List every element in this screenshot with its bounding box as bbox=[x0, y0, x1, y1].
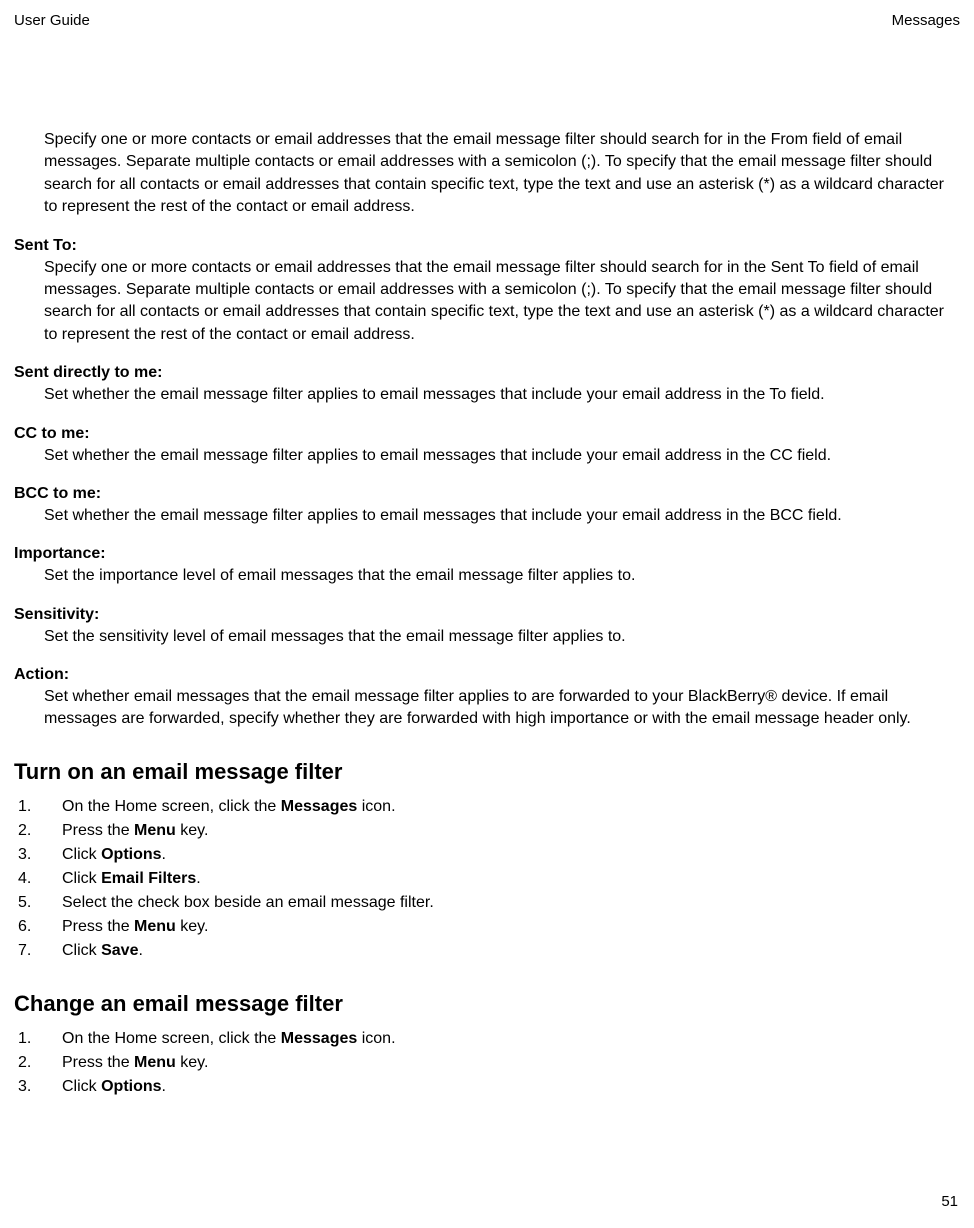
step-text-post: . bbox=[162, 846, 166, 863]
step-text-pre: Click bbox=[62, 870, 101, 887]
step-item: Press the Menu key. bbox=[14, 915, 960, 939]
step-text-bold: Save bbox=[101, 942, 138, 959]
term-description: Set whether the email message filter app… bbox=[44, 445, 960, 467]
step-text-pre: Click bbox=[62, 942, 101, 959]
term-description: Set the importance level of email messag… bbox=[44, 565, 960, 587]
term-description: Set the sensitivity level of email messa… bbox=[44, 626, 960, 648]
step-text-bold: Menu bbox=[134, 918, 176, 935]
term-label: Action: bbox=[14, 666, 960, 684]
page-header: User Guide Messages bbox=[14, 12, 960, 29]
term-label: Sent To: bbox=[14, 237, 960, 255]
term-block: Sent directly to me: Set whether the emai… bbox=[14, 364, 960, 406]
step-text-bold: Messages bbox=[281, 1030, 358, 1047]
page-number: 51 bbox=[941, 1193, 958, 1210]
term-block: Sent To: Specify one or more contacts or … bbox=[14, 237, 960, 347]
intro-paragraph: Specify one or more contacts or email ad… bbox=[44, 129, 960, 219]
term-label: Sensitivity: bbox=[14, 606, 960, 624]
step-text-pre: Press the bbox=[62, 1054, 134, 1071]
step-item: On the Home screen, click the Messages i… bbox=[14, 795, 960, 819]
step-item: Press the Menu key. bbox=[14, 819, 960, 843]
step-text-bold: Menu bbox=[134, 822, 176, 839]
step-text-post: . bbox=[196, 870, 200, 887]
step-text-post: key. bbox=[176, 1054, 209, 1071]
term-description: Set whether email messages that the emai… bbox=[44, 686, 960, 731]
step-text-post: . bbox=[162, 1078, 166, 1095]
step-text-pre: Click bbox=[62, 1078, 101, 1095]
step-text-post: . bbox=[138, 942, 142, 959]
steps-list-change: On the Home screen, click the Messages i… bbox=[14, 1027, 960, 1099]
step-text-bold: Options bbox=[101, 846, 161, 863]
step-text-bold: Email Filters bbox=[101, 870, 196, 887]
term-label: BCC to me: bbox=[14, 485, 960, 503]
term-block: Importance: Set the importance level of e… bbox=[14, 545, 960, 587]
term-label: Sent directly to me: bbox=[14, 364, 960, 382]
term-description: Set whether the email message filter app… bbox=[44, 505, 960, 527]
step-text-pre: On the Home screen, click the bbox=[62, 1030, 281, 1047]
step-item: Click Email Filters. bbox=[14, 867, 960, 891]
term-block: Sensitivity: Set the sensitivity level of… bbox=[14, 606, 960, 648]
step-text-bold: Messages bbox=[281, 798, 358, 815]
section-heading-turn-on: Turn on an email message filter bbox=[14, 759, 960, 785]
step-item: On the Home screen, click the Messages i… bbox=[14, 1027, 960, 1051]
step-item: Click Save. bbox=[14, 939, 960, 963]
step-item: Press the Menu key. bbox=[14, 1051, 960, 1075]
term-description: Specify one or more contacts or email ad… bbox=[44, 257, 960, 347]
step-text-pre: On the Home screen, click the bbox=[62, 798, 281, 815]
steps-list-turn-on: On the Home screen, click the Messages i… bbox=[14, 795, 960, 963]
definition-list: Sent To: Specify one or more contacts or … bbox=[14, 237, 960, 731]
step-text-post: icon. bbox=[357, 1030, 395, 1047]
term-block: CC to me: Set whether the email message f… bbox=[14, 425, 960, 467]
step-text-pre: Press the bbox=[62, 822, 134, 839]
section-heading-change: Change an email message filter bbox=[14, 991, 960, 1017]
page-content: Specify one or more contacts or email ad… bbox=[14, 129, 960, 1099]
step-item: Click Options. bbox=[14, 843, 960, 867]
header-left: User Guide bbox=[14, 12, 90, 29]
step-text-pre: Click bbox=[62, 846, 101, 863]
step-text-bold: Options bbox=[101, 1078, 161, 1095]
step-text-pre: Select the check box beside an email mes… bbox=[62, 894, 434, 911]
step-text-bold: Menu bbox=[134, 1054, 176, 1071]
term-block: BCC to me: Set whether the email message … bbox=[14, 485, 960, 527]
term-description: Set whether the email message filter app… bbox=[44, 384, 960, 406]
step-text-post: icon. bbox=[357, 798, 395, 815]
term-block: Action: Set whether email messages that t… bbox=[14, 666, 960, 731]
header-right: Messages bbox=[892, 12, 960, 29]
term-label: Importance: bbox=[14, 545, 960, 563]
step-text-pre: Press the bbox=[62, 918, 134, 935]
term-label: CC to me: bbox=[14, 425, 960, 443]
step-text-post: key. bbox=[176, 822, 209, 839]
step-item: Click Options. bbox=[14, 1075, 960, 1099]
step-item: Select the check box beside an email mes… bbox=[14, 891, 960, 915]
step-text-post: key. bbox=[176, 918, 209, 935]
